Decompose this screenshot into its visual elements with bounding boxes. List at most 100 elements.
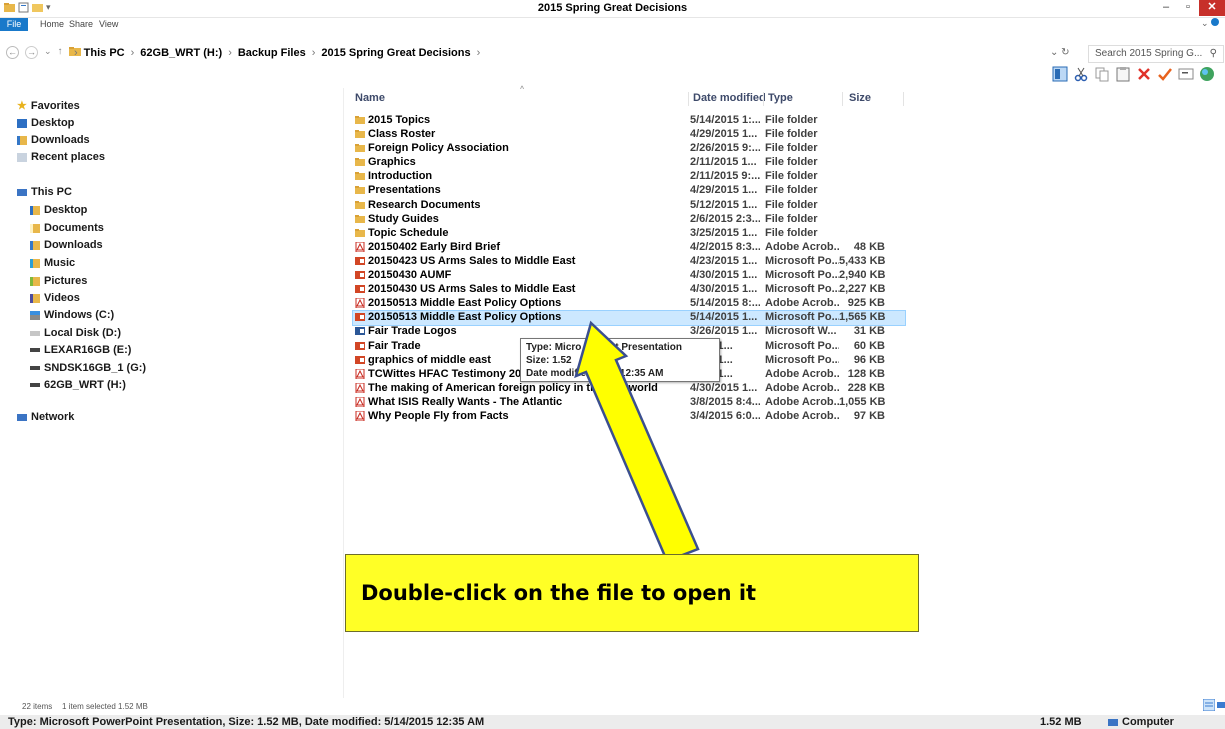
file-name-cell[interactable]: Presentations	[355, 184, 685, 196]
nav-wrt-h[interactable]: 62GB_WRT (H:)	[30, 379, 126, 391]
search-input[interactable]: Search 2015 Spring G... ⚲	[1088, 45, 1224, 63]
file-name: 2015 Topics	[368, 114, 431, 126]
file-name-cell[interactable]: Topic Schedule	[355, 227, 685, 239]
file-row[interactable]: Class Roster 4/29/2015 1... File folder	[353, 128, 905, 142]
nav-this-pc[interactable]: This PC	[17, 186, 72, 198]
nav-music[interactable]: Music	[30, 257, 75, 269]
file-name-cell[interactable]: 20150423 US Arms Sales to Middle East	[355, 255, 685, 267]
file-row[interactable]: 20150430 US Arms Sales to Middle East 4/3…	[353, 283, 905, 297]
nav-sndsk-g[interactable]: SNDSK16GB_1 (G:)	[30, 362, 146, 374]
tab-share[interactable]: Share	[69, 19, 93, 29]
nav-pc-desktop[interactable]: Desktop	[30, 204, 87, 216]
column-header-type[interactable]: Type	[768, 92, 793, 104]
file-name-cell[interactable]: Class Roster	[355, 128, 685, 140]
file-row[interactable]: The making of American foreign policy in…	[353, 382, 905, 396]
file-row[interactable]: Study Guides 2/6/2015 2:3... File folder	[353, 213, 905, 227]
file-row[interactable]: 20150430 AUMF 4/30/2015 1... Microsoft Po.…	[353, 269, 905, 283]
breadcrumb-drive-h[interactable]: 62GB_WRT (H:)	[140, 47, 222, 59]
column-header-size[interactable]: Size	[849, 92, 871, 104]
breadcrumb-this-pc[interactable]: This PC	[84, 47, 125, 59]
nav-pc-downloads[interactable]: Downloads	[30, 239, 103, 251]
file-name-cell[interactable]: Research Documents	[355, 199, 685, 211]
details-pane-icon[interactable]	[1052, 66, 1068, 82]
column-header-name[interactable]: Name	[355, 92, 385, 104]
file-row[interactable]: 20150513 Middle East Policy Options 5/14/…	[353, 297, 905, 311]
file-row[interactable]: Research Documents 5/12/2015 1... File fol…	[353, 199, 905, 213]
expand-ribbon-button[interactable]: ⌄	[1201, 18, 1219, 29]
file-name-cell[interactable]: Why People Fly from Facts	[355, 410, 685, 422]
file-name-cell[interactable]: Fair Trade Logos	[355, 325, 685, 337]
minimize-button[interactable]: –	[1155, 0, 1177, 16]
file-row[interactable]: What ISIS Really Wants - The Atlantic 3/8…	[353, 396, 905, 410]
nav-windows-c[interactable]: Windows (C:)	[30, 309, 114, 321]
column-header-date[interactable]: Date modified	[693, 92, 766, 104]
file-row[interactable]: Graphics 2/11/2015 1... File folder	[353, 156, 905, 170]
tab-view[interactable]: View	[99, 19, 118, 29]
file-name-cell[interactable]: What ISIS Really Wants - The Atlantic	[355, 396, 685, 408]
globe-icon[interactable]	[1199, 66, 1215, 82]
tab-home[interactable]: Home	[40, 19, 64, 29]
up-button[interactable]: ↑	[58, 46, 63, 59]
file-row[interactable]: 20150513 Middle East Policy Options 5/14/…	[352, 310, 906, 327]
column-divider[interactable]	[688, 92, 689, 106]
large-icons-view-icon[interactable]	[1217, 699, 1225, 711]
maximize-button[interactable]: ▫	[1177, 0, 1199, 16]
file-row[interactable]: Presentations 4/29/2015 1... File folder	[353, 184, 905, 198]
breadcrumb[interactable]: › This PC › 62GB_WRT (H:) › Backup Files…	[74, 47, 480, 59]
usb-drive-icon	[30, 366, 40, 370]
file-name-cell[interactable]: 20150513 Middle East Policy Options	[355, 311, 685, 323]
breadcrumb-backup-files[interactable]: Backup Files	[238, 47, 306, 59]
file-size: 128 KB	[847, 367, 885, 380]
delete-icon[interactable]	[1136, 66, 1152, 82]
column-headers: Name ^ Date modified Type Size	[355, 86, 905, 106]
copy-icon[interactable]	[1094, 66, 1110, 82]
file-row[interactable]: Topic Schedule 3/25/2015 1... File folder	[353, 227, 905, 241]
close-button[interactable]: ✕	[1199, 0, 1225, 16]
file-row[interactable]: Foreign Policy Association 2/26/2015 9:..…	[353, 142, 905, 156]
back-button[interactable]: ←	[6, 46, 19, 59]
file-name-cell[interactable]: The making of American foreign policy in…	[355, 382, 685, 394]
nav-local-disk-d[interactable]: Local Disk (D:)	[30, 327, 121, 339]
file-name-cell[interactable]: Study Guides	[355, 213, 685, 225]
file-name: TCWittes HFAC Testimony 20150	[368, 367, 540, 380]
nav-recent-places[interactable]: Recent places	[17, 151, 105, 163]
rename-icon[interactable]	[1178, 66, 1194, 82]
tab-file[interactable]: File	[0, 18, 28, 31]
nav-label: LEXAR16GB (E:)	[44, 344, 132, 356]
forward-button[interactable]: →	[25, 46, 38, 59]
file-name-cell[interactable]: Graphics	[355, 156, 685, 168]
checkmark-icon[interactable]	[1157, 66, 1173, 82]
nav-downloads[interactable]: Downloads	[17, 134, 90, 146]
file-name-cell[interactable]: 2015 Topics	[355, 114, 685, 126]
refresh-button[interactable]: ⌄ ↻	[1050, 47, 1070, 58]
nav-network[interactable]: Network	[17, 411, 74, 423]
nav-documents[interactable]: Documents	[30, 222, 104, 234]
file-name-cell[interactable]: 20150402 Early Bird Brief	[355, 241, 685, 253]
details-view-icon[interactable]	[1203, 699, 1215, 711]
file-name-cell[interactable]: 20150430 AUMF	[355, 269, 685, 281]
file-date: 3/4/2015 6:0...	[690, 409, 760, 422]
nav-videos[interactable]: Videos	[30, 292, 80, 304]
breadcrumb-current-folder[interactable]: 2015 Spring Great Decisions	[321, 47, 470, 59]
paste-icon[interactable]	[1115, 66, 1131, 82]
file-row[interactable]: Introduction 2/11/2015 9:... File folder	[353, 170, 905, 184]
file-name-cell[interactable]: 20150430 US Arms Sales to Middle East	[355, 283, 685, 295]
file-row[interactable]: Why People Fly from Facts 3/4/2015 6:0...…	[353, 410, 905, 424]
file-name-cell[interactable]: 20150513 Middle East Policy Options	[355, 297, 685, 309]
nav-desktop[interactable]: Desktop	[17, 117, 74, 129]
nav-pictures[interactable]: Pictures	[30, 275, 87, 287]
file-row[interactable]: 2015 Topics 5/14/2015 1:... File folder	[353, 114, 905, 128]
file-row[interactable]: 20150402 Early Bird Brief 4/2/2015 8:3...…	[353, 241, 905, 255]
file-row[interactable]: 20150423 US Arms Sales to Middle East 4/2…	[353, 255, 905, 269]
cut-icon[interactable]	[1073, 66, 1089, 82]
help-icon	[1211, 18, 1219, 26]
column-divider[interactable]	[842, 92, 843, 106]
desktop-icon	[17, 118, 27, 128]
recent-locations-button[interactable]: ⌄	[44, 46, 52, 59]
nav-favorites[interactable]: ★ Favorites	[17, 99, 80, 113]
file-name-cell[interactable]: Foreign Policy Association	[355, 142, 685, 154]
column-divider[interactable]	[903, 92, 904, 106]
nav-lexar-e[interactable]: LEXAR16GB (E:)	[30, 344, 131, 356]
column-divider[interactable]	[763, 92, 764, 106]
file-name-cell[interactable]: Introduction	[355, 170, 685, 182]
